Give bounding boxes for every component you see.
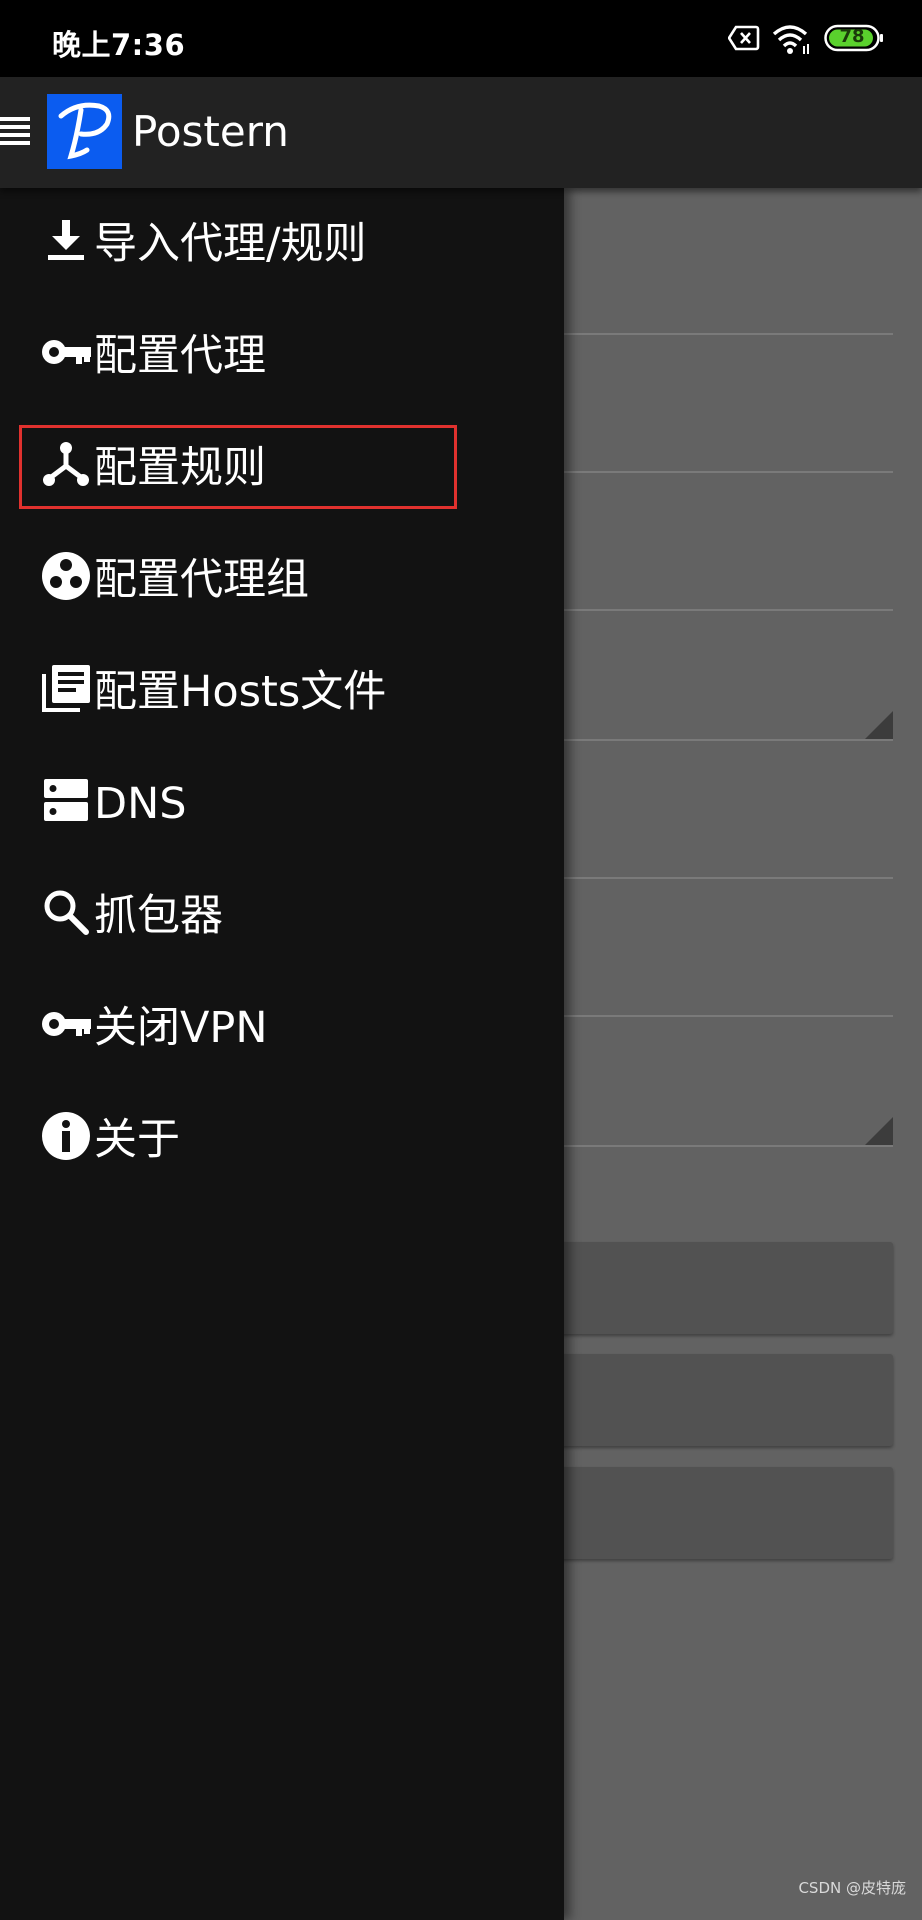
drawer-item-label: 关闭VPN xyxy=(94,1003,268,1053)
battery-level: 78 xyxy=(839,26,865,47)
drawer-item-label: 导入代理/规则 xyxy=(94,219,367,269)
drawer-item-label: DNS xyxy=(94,779,187,829)
form-spinner-underline xyxy=(560,739,893,741)
form-field-underline xyxy=(560,333,893,335)
watermark: CSDN @皮特庞 xyxy=(798,1879,906,1897)
app-logo xyxy=(47,94,122,169)
proxy-group-icon xyxy=(42,552,90,600)
key-icon xyxy=(42,340,91,364)
info-icon xyxy=(42,1112,90,1160)
drawer-item-import[interactable]: 导入代理/规则 xyxy=(0,188,564,300)
form-field-underline xyxy=(560,877,893,879)
spinner-arrow-icon xyxy=(865,1117,893,1145)
drawer-item-about[interactable]: 关于 xyxy=(0,1084,564,1196)
drawer-item-label: 配置代理 xyxy=(94,331,266,381)
sim-off-icon xyxy=(728,25,760,51)
spinner-arrow-icon xyxy=(865,711,893,739)
download-icon xyxy=(48,220,84,260)
app-title: Postern xyxy=(132,107,289,156)
wifi-icon xyxy=(772,25,809,54)
status-bar: 晚上7:36 78 xyxy=(0,0,922,77)
drawer-item-packet-capture[interactable]: 抓包器 xyxy=(0,860,564,972)
form-field-underline xyxy=(560,471,893,473)
search-icon xyxy=(44,890,89,935)
menu-icon[interactable] xyxy=(0,115,32,149)
drawer-item-close-vpn[interactable]: 关闭VPN xyxy=(0,972,564,1084)
drawer-item-configure-proxy[interactable]: 配置代理 xyxy=(0,300,564,412)
dns-server-icon xyxy=(44,779,88,821)
background-button xyxy=(540,1467,893,1559)
highlight-annotation-box xyxy=(19,425,457,509)
drawer-item-label: 关于 xyxy=(94,1115,180,1165)
status-time: 晚上7:36 xyxy=(52,28,186,62)
drawer-item-dns[interactable]: DNS xyxy=(0,748,564,860)
form-field-underline xyxy=(560,1015,893,1017)
app-bar: Postern xyxy=(0,77,922,188)
postern-logo-icon xyxy=(58,102,112,160)
drawer-item-label: 配置代理组 xyxy=(94,555,309,605)
navigation-drawer: 导入代理/规则 配置代理 配置规则 配置代理组 配置Hosts文件 DNS 抓包… xyxy=(0,188,564,1920)
background-button xyxy=(540,1354,893,1446)
drawer-item-hosts-file[interactable]: 配置Hosts文件 xyxy=(0,636,564,748)
hosts-file-icon xyxy=(42,665,90,712)
key-icon xyxy=(42,1012,91,1036)
drawer-item-label: 配置Hosts文件 xyxy=(94,667,387,717)
drawer-item-proxy-group[interactable]: 配置代理组 xyxy=(0,524,564,636)
form-spinner-underline xyxy=(560,1145,893,1147)
screen: 晚上7:36 78 Postern 导入代理/规则 配置代理 配置规则 配置代理… xyxy=(0,0,922,1920)
background-button xyxy=(540,1242,893,1334)
status-icons: 78 xyxy=(728,24,888,56)
drawer-item-label: 抓包器 xyxy=(94,891,223,941)
form-field-underline xyxy=(560,609,893,611)
